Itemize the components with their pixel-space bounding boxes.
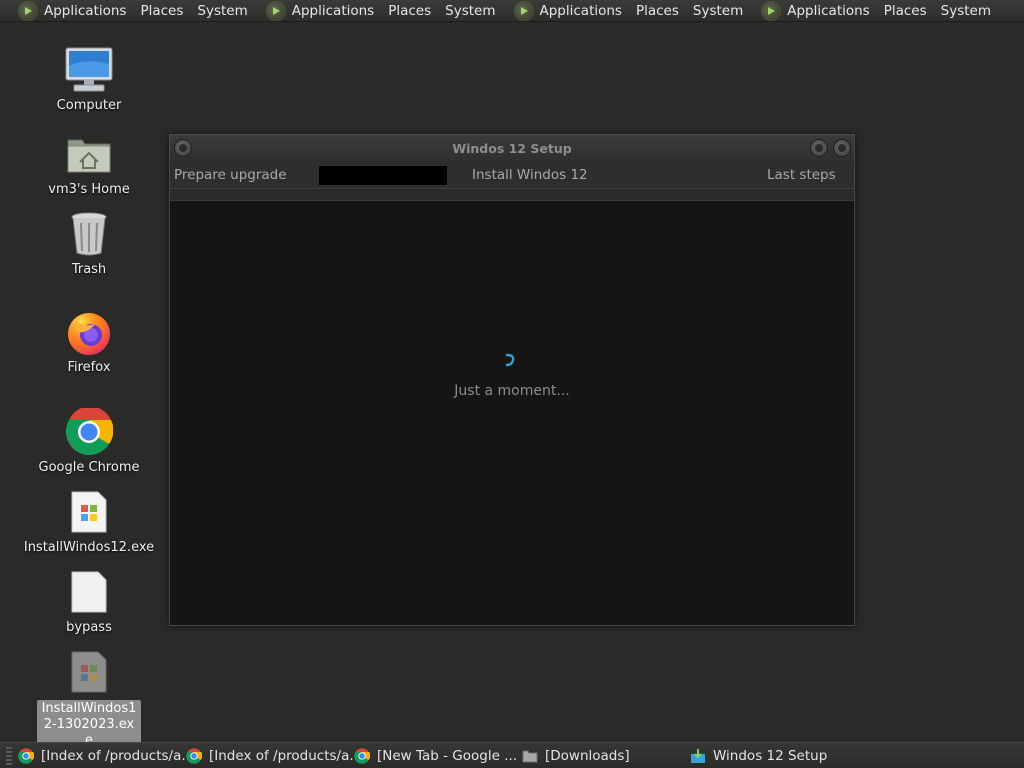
menu-applications[interactable]: Applications [787,3,869,19]
distro-logo-icon[interactable] [513,0,534,21]
desktop-icon-label: vm3's Home [48,182,130,197]
desktop-icon-firefox[interactable]: Firefox [29,306,149,376]
menu-group-3: Applications Places System [513,0,743,21]
window-titlebar[interactable]: Windos 12 Setup [170,135,854,161]
desktop-icon-bypass[interactable]: bypass [29,566,149,636]
menu-places[interactable]: Places [140,3,183,19]
desktop-icon-label: InstallWindos12.exe [23,540,155,555]
distro-logo-icon[interactable] [265,0,286,21]
menu-system[interactable]: System [941,3,991,19]
task-chrome-index-1[interactable]: [Index of /products/a... [18,746,194,766]
menu-places[interactable]: Places [388,3,431,19]
setup-window[interactable]: Windos 12 Setup Prepare upgrade Install … [169,134,855,626]
setup-steps-bar: Prepare upgrade Install Windos 12 Last s… [170,161,854,189]
desktop-icon-label: Google Chrome [38,460,140,475]
distro-logo-icon[interactable] [18,0,38,21]
task-label: [Index of /products/a... [209,748,363,764]
desktop-icon-label: Computer [56,98,122,113]
desktop-icon-trash[interactable]: Trash [29,208,149,278]
taskbar-grip-icon[interactable] [6,746,12,765]
menu-system[interactable]: System [693,3,743,19]
task-label: [New Tab - Google ... [377,748,518,764]
step-last-steps: Last steps [767,167,836,183]
menu-group-4: Applications Places System [761,0,991,21]
menu-applications[interactable]: Applications [540,3,622,19]
menu-group-1: Applications Places System [18,0,248,21]
status-message: Just a moment... [454,383,570,399]
close-button[interactable] [833,139,851,157]
menu-applications[interactable]: Applications [44,3,126,19]
chrome-icon [18,748,34,764]
task-windos-setup[interactable]: Windos 12 Setup [690,746,827,766]
desktop-icon-installwindos12-1302023[interactable]: InstallWindos12-1302023.exe [29,646,149,750]
taskbar: [Index of /products/a... [Index of /prod… [0,742,1024,768]
window-title: Windos 12 Setup [452,140,572,156]
chrome-icon [186,748,202,764]
menu-places[interactable]: Places [636,3,679,19]
text-file-icon [63,566,115,618]
menu-applications[interactable]: Applications [292,3,374,19]
menu-group-2: Applications Places System [265,0,496,21]
menu-places[interactable]: Places [884,3,927,19]
task-label: [Index of /products/a... [41,748,195,764]
task-label: Windos 12 Setup [713,748,828,764]
desktop-icon-home[interactable]: vm3's Home [29,128,149,198]
desktop-icon-chrome[interactable]: Google Chrome [29,406,149,476]
chrome-icon [354,748,370,764]
task-downloads[interactable]: [Downloads] [522,746,630,766]
loading-spinner-icon [505,353,515,367]
progress-track [170,189,854,201]
menu-system[interactable]: System [197,3,247,19]
desktop-icon-computer[interactable]: Computer [29,44,149,114]
task-chrome-new-tab[interactable]: [New Tab - Google ... [354,746,517,766]
desktop-icon-label: bypass [66,620,112,635]
step-prepare-upgrade: Prepare upgrade [174,167,287,183]
exe-file-icon [63,646,115,698]
setup-content: Just a moment... [170,201,854,625]
firefox-icon [63,306,115,358]
setup-icon [690,748,706,764]
step-install: Install Windos 12 [472,167,588,183]
computer-icon [63,44,115,96]
trash-icon [63,208,115,260]
exe-file-icon [63,486,115,538]
task-chrome-index-2[interactable]: [Index of /products/a... [186,746,362,766]
task-label: [Downloads] [545,748,630,764]
minimize-button[interactable] [810,139,828,157]
desktop-icon-installwindos12[interactable]: InstallWindos12.exe [24,486,154,556]
chrome-icon [63,406,115,458]
window-menu-button[interactable] [174,139,192,157]
desktop-icon-label: Firefox [67,360,111,375]
step-progress-indicator [319,166,447,185]
folder-icon [522,748,538,764]
desktop-icon-label: Trash [71,262,107,277]
distro-logo-icon[interactable] [761,0,782,21]
menu-system[interactable]: System [445,3,495,19]
home-folder-icon [63,128,115,180]
top-panel: Applications Places System Applications … [0,0,1024,22]
